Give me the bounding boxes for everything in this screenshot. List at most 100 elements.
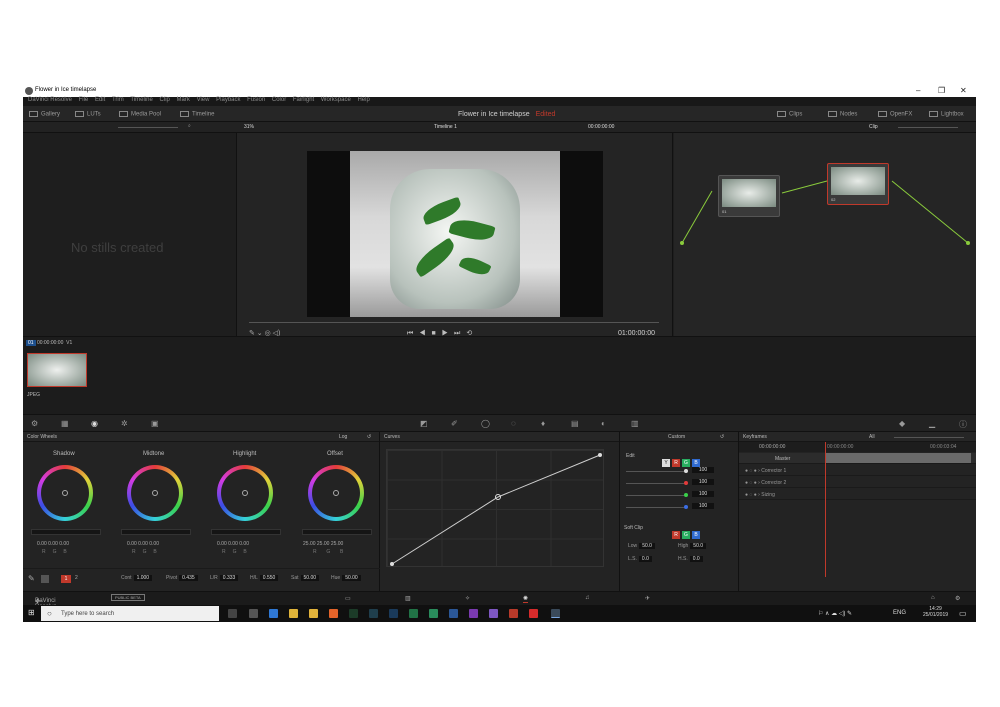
menu-fairlight[interactable]: Fairlight bbox=[293, 97, 314, 103]
param-hl[interactable]: H/L 0.550 bbox=[250, 575, 280, 581]
node-zoom-slider[interactable] bbox=[898, 127, 958, 128]
param-hue[interactable]: Hue 50.00 bbox=[331, 575, 363, 581]
maximize-button[interactable]: ❐ bbox=[938, 86, 945, 95]
wheels-reset-icon[interactable]: ↺ bbox=[367, 434, 371, 440]
camera-raw-icon[interactable]: ⚙ bbox=[31, 419, 38, 428]
soft-clip-high[interactable]: High 50.0 bbox=[678, 543, 708, 549]
clips-button[interactable]: Clips bbox=[777, 111, 802, 118]
lightroom-icon[interactable] bbox=[349, 609, 358, 618]
keyframes-playhead[interactable] bbox=[825, 442, 826, 577]
taskbar-search[interactable]: ○ Type here to search bbox=[41, 606, 219, 621]
midtone-wheel-handle[interactable] bbox=[152, 490, 158, 496]
timeline-button[interactable]: Timeline bbox=[180, 111, 214, 118]
deliver-page-icon[interactable]: ✈ bbox=[645, 595, 650, 602]
app-icon[interactable] bbox=[509, 609, 518, 618]
keyframes-zoom-slider[interactable] bbox=[894, 437, 964, 438]
qualifier-icon[interactable]: ✐ bbox=[451, 419, 458, 428]
midtone-values[interactable]: 0.00 0.00 0.00 bbox=[127, 541, 159, 547]
kf-track-corrector-2[interactable]: ● ◌ ● › Corrector 2 bbox=[739, 477, 976, 488]
3d-icon[interactable]: ▥ bbox=[631, 419, 639, 428]
clip-thumbnail[interactable] bbox=[27, 353, 87, 387]
menu-fusion[interactable]: Fusion bbox=[247, 97, 265, 103]
nodes-button[interactable]: Nodes bbox=[828, 111, 857, 118]
auto-balance-icon[interactable] bbox=[41, 575, 49, 583]
param-lr[interactable]: L/R 0.333 bbox=[210, 575, 240, 581]
info-icon[interactable]: ⓘ bbox=[959, 419, 967, 430]
highlight-values[interactable]: 0.00 0.00 0.00 bbox=[217, 541, 249, 547]
photoshop-icon[interactable] bbox=[389, 609, 398, 618]
menu-workspace[interactable]: Workspace bbox=[321, 97, 351, 103]
lightbox-button[interactable]: Lightbox bbox=[929, 111, 964, 118]
media-icon[interactable] bbox=[489, 609, 498, 618]
minimize-button[interactable]: – bbox=[916, 86, 920, 95]
project-icon[interactable] bbox=[429, 609, 438, 618]
param-pivot[interactable]: Pivot 0.435 bbox=[166, 575, 200, 581]
menu-timeline[interactable]: Timeline bbox=[130, 97, 152, 103]
color-match-icon[interactable]: ▦ bbox=[61, 419, 69, 428]
gallery-zoom-slider[interactable] bbox=[118, 127, 178, 128]
gallery-button[interactable]: Gallery bbox=[29, 111, 60, 118]
menu-playback[interactable]: Playback bbox=[216, 97, 240, 103]
close-button[interactable]: ✕ bbox=[960, 86, 967, 95]
menu-davinci[interactable]: DaVinci Resolve bbox=[28, 97, 72, 103]
clip-mode-select[interactable]: Clip bbox=[869, 124, 878, 130]
fairlight-page-icon[interactable]: ♫ bbox=[585, 595, 590, 601]
luts-button[interactable]: LUTs bbox=[75, 111, 101, 118]
keyframes-icon[interactable]: ◆ bbox=[899, 419, 905, 428]
openfx-button[interactable]: OpenFX bbox=[878, 111, 912, 118]
color-wheels-icon[interactable]: ◉ bbox=[91, 419, 98, 428]
offset-master-wheel[interactable] bbox=[302, 529, 372, 535]
edit-page-icon[interactable]: ▥ bbox=[405, 595, 411, 602]
menu-help[interactable]: Help bbox=[357, 97, 369, 103]
task-view-icon[interactable] bbox=[249, 609, 258, 618]
shadow-values[interactable]: 0.00 0.00 0.00 bbox=[37, 541, 69, 547]
gallery-search-icon[interactable]: ⌕ bbox=[188, 123, 191, 129]
blur-icon[interactable]: ♦ bbox=[541, 419, 545, 428]
excel-icon[interactable] bbox=[409, 609, 418, 618]
notifications-icon[interactable]: ▭ bbox=[959, 609, 967, 618]
color-page-icon[interactable]: ✺ bbox=[523, 595, 529, 603]
eyedropper-icon[interactable]: ✎ bbox=[28, 574, 35, 583]
shadow-master-wheel[interactable] bbox=[31, 529, 101, 535]
explorer-icon[interactable] bbox=[309, 609, 318, 618]
menu-view[interactable]: View bbox=[197, 97, 210, 103]
menu-trim[interactable]: Trim bbox=[112, 97, 124, 103]
curves-icon[interactable]: ◩ bbox=[420, 419, 428, 428]
param-contrast[interactable]: Cont 1.000 bbox=[121, 575, 154, 581]
offset-wheel-handle[interactable] bbox=[333, 490, 339, 496]
word-icon[interactable] bbox=[449, 609, 458, 618]
soft-clip-ls[interactable]: L.S. 0.0 bbox=[628, 556, 654, 562]
clock[interactable]: 14:29 25/01/2019 bbox=[923, 606, 948, 618]
video-frame[interactable] bbox=[307, 151, 603, 317]
zoom-level[interactable]: 31% bbox=[244, 124, 254, 130]
timeline-select[interactable]: Timeline 1 bbox=[434, 124, 457, 130]
store-icon[interactable] bbox=[289, 609, 298, 618]
soft-clip-low[interactable]: Low 50.0 bbox=[628, 543, 657, 549]
window-icon[interactable]: ◯ bbox=[481, 419, 490, 428]
page-2-button[interactable]: 2 bbox=[75, 575, 78, 581]
highlight-wheel-handle[interactable] bbox=[242, 490, 248, 496]
media-pool-button[interactable]: Media Pool bbox=[119, 111, 161, 118]
kf-track-sizing[interactable]: ● ◌ ● › Sizing bbox=[739, 489, 976, 500]
kf-track-corrector-1[interactable]: ● ◌ ● › Corrector 1 bbox=[739, 465, 976, 476]
chip-r[interactable]: R bbox=[672, 459, 680, 467]
shadow-wheel-handle[interactable] bbox=[62, 490, 68, 496]
soft-chip-g[interactable]: G bbox=[682, 531, 690, 539]
motion-effects-icon[interactable]: ▣ bbox=[151, 419, 159, 428]
tracker-icon[interactable]: ◌ bbox=[511, 419, 516, 428]
chip-b[interactable]: B bbox=[692, 459, 700, 467]
kf-track-master[interactable]: Master bbox=[739, 453, 976, 464]
menu-clip[interactable]: Clip bbox=[160, 97, 170, 103]
sizing-icon[interactable]: ◐ bbox=[601, 419, 606, 428]
davinci-taskbar-icon[interactable] bbox=[551, 609, 560, 618]
media-page-icon[interactable]: ▭ bbox=[345, 595, 351, 602]
node-graph[interactable]: 01 02 bbox=[674, 133, 976, 336]
edge-icon[interactable] bbox=[269, 609, 278, 618]
curves-mode-select[interactable]: Custom bbox=[668, 434, 685, 440]
fusion-page-icon[interactable]: ✧ bbox=[465, 595, 470, 602]
key-icon[interactable]: ▤ bbox=[571, 419, 579, 428]
node-01[interactable]: 01 bbox=[718, 175, 780, 217]
offset-values[interactable]: 25.00 25.00 25.00 bbox=[303, 541, 343, 547]
param-sat[interactable]: Sat 50.00 bbox=[291, 575, 321, 581]
acrobat-icon[interactable] bbox=[529, 609, 538, 618]
